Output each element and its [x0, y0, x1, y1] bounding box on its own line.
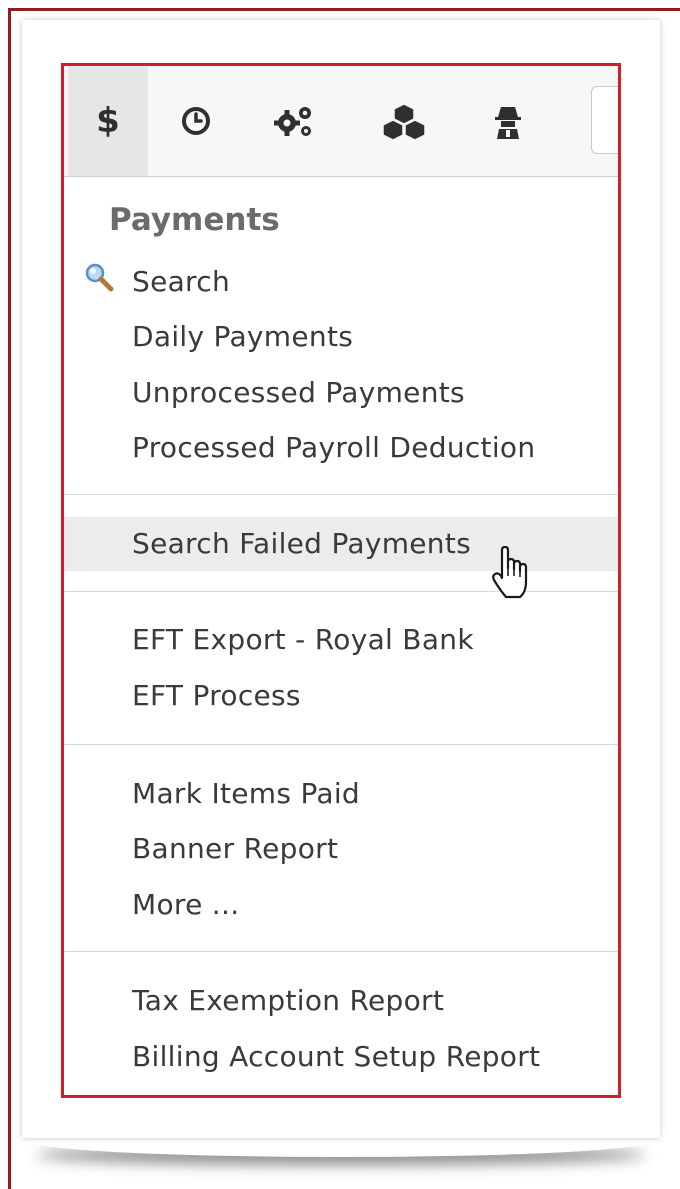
hand-pointer-cursor-icon [492, 546, 528, 599]
menu-item-label: Processed Payroll Deduction [132, 431, 536, 464]
payments-menu-panel: $ Payments Search Daily Payments Unproce… [61, 63, 621, 1098]
cubes-icon [382, 103, 426, 140]
frame-left-line [8, 8, 11, 1189]
menu-divider [64, 494, 618, 495]
module-toolbar: $ [64, 66, 618, 177]
menu-divider [64, 591, 618, 592]
menu-item-tax-exemption-report[interactable]: Tax Exemption Report [64, 977, 618, 1025]
menu-item-label: Mark Items Paid [132, 777, 361, 810]
tab-security[interactable] [468, 66, 548, 176]
tab-payments[interactable]: $ [68, 66, 148, 176]
menu-item-billing-account-setup-report[interactable]: Billing Account Setup Report [64, 1033, 618, 1081]
menu-item-more[interactable]: More ... [64, 881, 618, 929]
menu-item-label: Search Failed Payments [132, 527, 472, 560]
menu-item-label: More ... [132, 888, 240, 921]
tab-settings[interactable] [254, 66, 334, 176]
menu-item-daily-payments[interactable]: Daily Payments [64, 313, 618, 361]
menu-item-processed-payroll-deduction[interactable]: Processed Payroll Deduction [64, 424, 618, 472]
menu-item-eft-export-royal-bank[interactable]: EFT Export - Royal Bank [64, 616, 618, 664]
menu-item-label: Daily Payments [132, 320, 354, 353]
menu-divider [64, 744, 618, 745]
magnifier-icon [85, 263, 114, 292]
menu-item-unprocessed-payments[interactable]: Unprocessed Payments [64, 369, 618, 417]
dollar-icon: $ [96, 101, 120, 141]
menu-item-label: Tax Exemption Report [132, 984, 445, 1017]
menu-item-banner-report[interactable]: Banner Report [64, 825, 618, 873]
menu-item-label: EFT Export - Royal Bank [132, 623, 474, 656]
menu-item-mark-items-paid[interactable]: Mark Items Paid [64, 770, 618, 818]
menu-item-label: Unprocessed Payments [132, 376, 465, 409]
menu-item-eft-process[interactable]: EFT Process [64, 672, 618, 720]
spy-icon [495, 107, 521, 139]
frame-top-line [8, 8, 680, 11]
menu-title: Payments [109, 202, 280, 238]
toolbar-search-input[interactable] [591, 86, 618, 154]
clock-icon [182, 107, 210, 135]
menu-divider [64, 951, 618, 952]
menu-item-label: EFT Process [132, 679, 301, 712]
menu-item-label: Billing Account Setup Report [132, 1040, 541, 1073]
gears-icon [274, 107, 311, 136]
menu-item-label: Search [132, 265, 230, 298]
menu-item-label: Banner Report [132, 832, 339, 865]
menu-item-search[interactable]: Search [64, 258, 618, 306]
tab-history[interactable] [156, 66, 236, 176]
tab-modules[interactable] [364, 66, 444, 176]
menu-item-search-failed-payments[interactable]: Search Failed Payments [64, 517, 618, 571]
